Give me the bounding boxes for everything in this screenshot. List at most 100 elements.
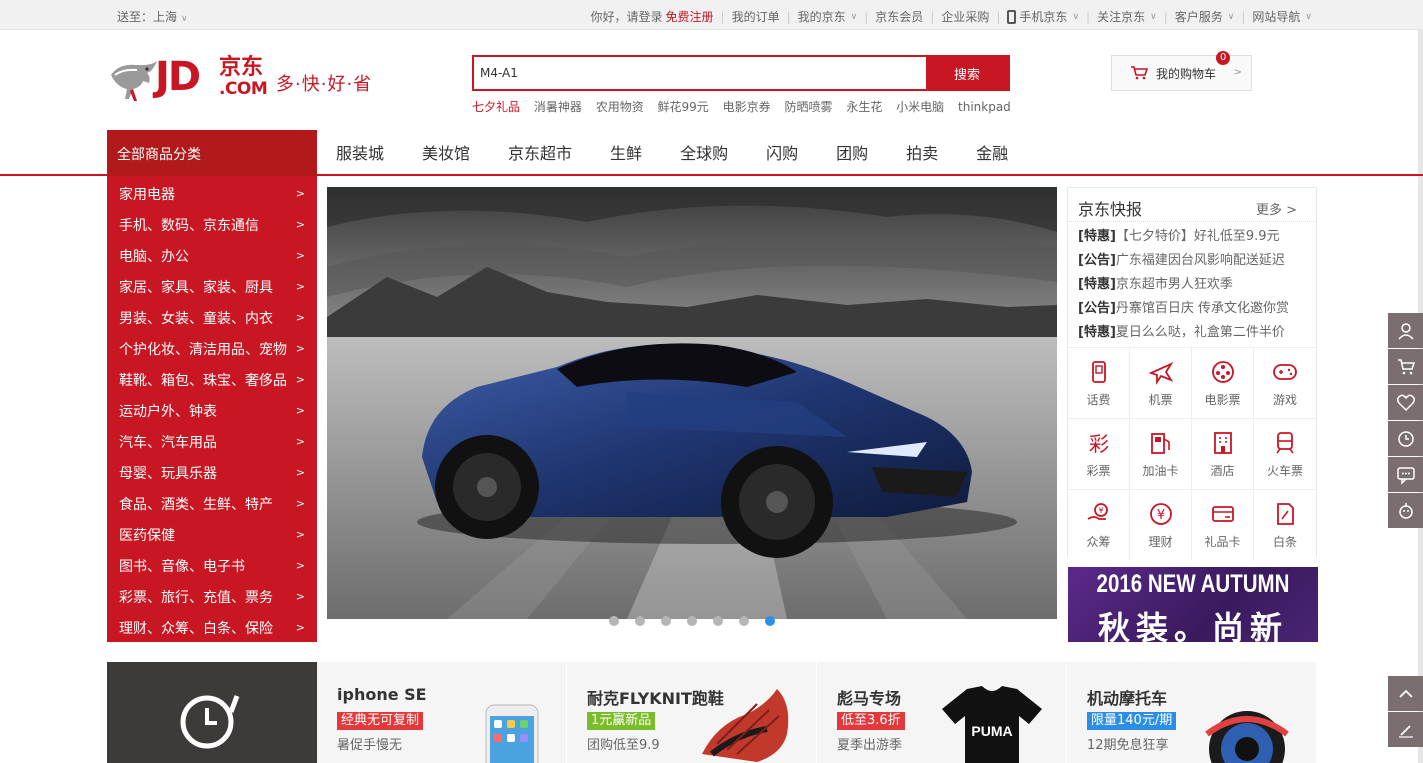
favorites-tool-button[interactable] (1388, 385, 1423, 420)
autumn-ad-banner[interactable]: 2016 NEW AUTUMN 秋装。尚新 (1068, 567, 1318, 642)
service-label: 彩票 (1086, 463, 1111, 478)
jd-logo[interactable]: JD 京东 .COM (107, 55, 277, 105)
category-item[interactable]: 手机、数码、京东通信 > (107, 209, 317, 240)
category-item[interactable]: 图书、音像、电子书 > (107, 550, 317, 581)
service-item[interactable]: 白条 (1254, 489, 1316, 560)
hotword-link[interactable]: 七夕礼品 (472, 100, 520, 114)
carousel-dot[interactable] (661, 616, 671, 626)
running-shoe-image (702, 689, 789, 762)
hotword-link[interactable]: thinkpad (958, 100, 1011, 114)
feedback-button[interactable] (1388, 712, 1423, 747)
mobile-jd-link[interactable]: 手机京东 (1019, 8, 1067, 25)
hotword-link[interactable]: 消暑神器 (534, 100, 582, 114)
category-item[interactable]: 个护化妆、清洁用品、宠物 > (107, 333, 317, 364)
nav-item[interactable]: 闪购 (747, 140, 817, 164)
category-label: 个护化妆、清洁用品、宠物 (119, 341, 287, 358)
nav-item[interactable]: 团购 (817, 140, 887, 164)
service-item[interactable]: 电影票 (1192, 347, 1254, 418)
nav-item[interactable]: 美妆馆 (403, 140, 489, 164)
promo-subtitle: 夏季出游季 (837, 738, 903, 753)
promo-card[interactable]: iphone SE 经典无可复制 暑促手慢无 (317, 662, 567, 763)
jimi-tool-button[interactable] (1388, 493, 1423, 528)
crowdfund-icon: ¥ (1087, 502, 1108, 520)
service-item[interactable]: 火车票 (1254, 418, 1316, 489)
hotword-link[interactable]: 防晒喷雾 (784, 100, 832, 114)
category-item[interactable]: 母婴、玩具乐器 > (107, 457, 317, 488)
hotword-link[interactable]: 农用物资 (596, 100, 644, 114)
service-item[interactable]: 话费 (1068, 347, 1130, 418)
message-tool-button[interactable] (1388, 457, 1423, 492)
hero-banner-image[interactable] (327, 187, 1057, 619)
nav-item[interactable]: 服装城 (317, 140, 403, 164)
service-item[interactable]: 游戏 (1254, 347, 1316, 418)
news-item[interactable]: [公告]丹寨馆百日庆 传承文化邀你赏 (1078, 297, 1306, 321)
cart-tool-button[interactable] (1388, 349, 1423, 384)
nav-item[interactable]: 拍卖 (887, 140, 957, 164)
nav-item[interactable]: 金融 (957, 140, 1027, 164)
category-item[interactable]: 理财、众筹、白条、保险 > (107, 612, 317, 643)
service-item[interactable]: 彩彩票 (1068, 418, 1130, 489)
category-item[interactable]: 食品、酒类、生鲜、特产 > (107, 488, 317, 519)
chevron-down-icon: ∨ (850, 11, 858, 22)
category-item[interactable]: 运动户外、钟表 > (107, 395, 317, 426)
category-item[interactable]: 家居、家具、家装、厨具 > (107, 271, 317, 302)
news-item[interactable]: [特惠]【七夕特价】好礼低至9.9元 (1078, 225, 1306, 249)
hotword-link[interactable]: 永生花 (846, 100, 882, 114)
follow-jd-link[interactable]: 关注京东 (1097, 8, 1145, 25)
service-item[interactable]: 酒店 (1192, 418, 1254, 489)
category-item[interactable]: 家用电器 > (107, 178, 317, 209)
location-selector[interactable]: 送至：上海 ∨ (117, 8, 188, 25)
service-label: 火车票 (1266, 463, 1303, 478)
nav-item[interactable]: 生鲜 (591, 140, 661, 164)
service-item[interactable]: 加油卡 (1130, 418, 1192, 489)
site-nav-link[interactable]: 网站导航 (1252, 8, 1300, 25)
category-item[interactable]: 彩票、旅行、充值、票务 > (107, 581, 317, 612)
service-item[interactable]: ¥ 理财 (1130, 489, 1192, 560)
category-item[interactable]: 鞋靴、箱包、珠宝、奢侈品 > (107, 364, 317, 395)
news-more-link[interactable]: 更多 > (1256, 199, 1297, 218)
search-input[interactable] (474, 57, 926, 89)
category-item[interactable]: 汽车、汽车用品 > (107, 426, 317, 457)
login-link[interactable]: 你好，请登录 (591, 8, 663, 25)
service-item[interactable]: ¥ 众筹 (1068, 489, 1130, 560)
promo-card[interactable]: 机动摩托车 限量140元/期 12期免息狂享 (1067, 662, 1317, 763)
nav-item[interactable]: 京东超市 (489, 140, 591, 164)
category-item[interactable]: 电脑、办公 > (107, 240, 317, 271)
hotword-link[interactable]: 电影京券 (723, 100, 771, 114)
promo-card[interactable]: 耐克FLYKNIT跑鞋 1元赢新品 团购低至9.9 (567, 662, 817, 763)
carousel-dot[interactable] (687, 616, 697, 626)
service-item[interactable]: 礼品卡 (1192, 489, 1254, 560)
service-label: 话费 (1086, 392, 1111, 407)
promo-card[interactable]: 彪马专场 低至3.6折 夏季出游季 PUMA (817, 662, 1067, 763)
customer-service-link[interactable]: 客户服务 (1175, 8, 1223, 25)
carousel-dot[interactable] (713, 616, 723, 626)
news-item[interactable]: [特惠]夏日么么哒，礼盒第二件半价 (1078, 321, 1306, 345)
clock-icon (180, 695, 240, 749)
history-tool-button[interactable] (1388, 421, 1423, 456)
cart-button[interactable]: 我的购物车 0 > (1111, 51, 1252, 91)
orders-link[interactable]: 我的订单 (732, 8, 780, 25)
category-label: 图书、音像、电子书 (119, 558, 245, 575)
my-jd-link[interactable]: 我的京东 (798, 8, 846, 25)
jd-member-link[interactable]: 京东会员 (875, 8, 923, 25)
service-item[interactable]: 机票 (1130, 347, 1192, 418)
register-link[interactable]: 免费注册 (666, 8, 714, 25)
category-label: 运动户外、钟表 (119, 403, 217, 420)
carousel-dot[interactable] (635, 616, 645, 626)
user-tool-button[interactable] (1388, 313, 1423, 348)
search-button[interactable]: 搜索 (926, 57, 1008, 89)
hotword-link[interactable]: 鲜花99元 (658, 100, 709, 114)
category-item[interactable]: 医药保健 > (107, 519, 317, 550)
back-to-top-button[interactable] (1388, 676, 1423, 711)
category-item[interactable]: 男装、女装、童装、内衣 > (107, 302, 317, 333)
flash-sale-panel[interactable] (107, 662, 317, 763)
hotword-link[interactable]: 小米电脑 (896, 100, 944, 114)
carousel-dot[interactable] (739, 616, 749, 626)
carousel-dot[interactable] (609, 616, 619, 626)
news-item[interactable]: [公告]广东福建因台风影响配送延迟 (1078, 249, 1306, 273)
carousel-dot[interactable] (765, 616, 775, 626)
news-item[interactable]: [特惠]京东超市男人狂欢季 (1078, 273, 1306, 297)
all-categories-header[interactable]: 全部商品分类 (107, 130, 317, 176)
enterprise-link[interactable]: 企业采购 (941, 8, 989, 25)
nav-item[interactable]: 全球购 (661, 140, 747, 164)
